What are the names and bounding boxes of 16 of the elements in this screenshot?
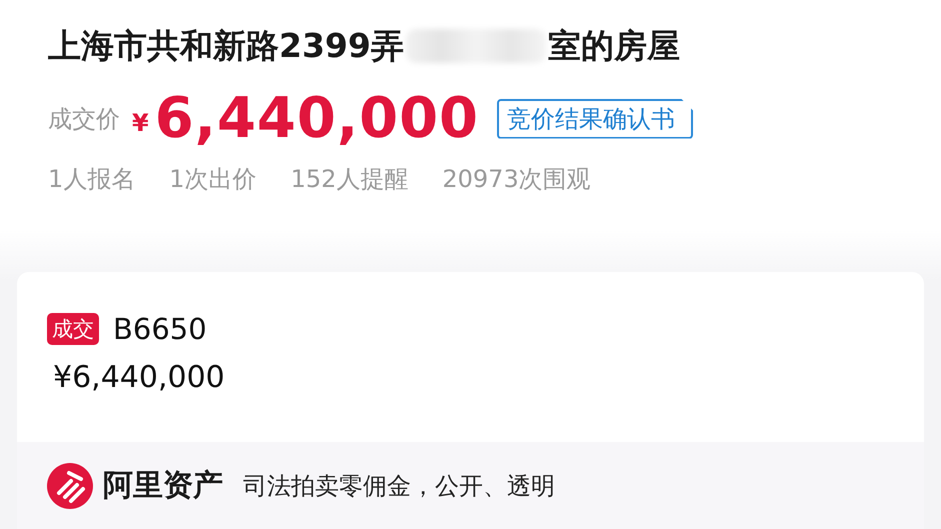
bid-amount: ¥6,440,000 bbox=[53, 360, 226, 395]
final-price: 6,440,000 bbox=[154, 86, 480, 151]
price-label: 成交价 bbox=[48, 104, 120, 134]
stat-text: 1人报名 bbox=[48, 164, 136, 195]
stat-text: 20973次围观 bbox=[442, 164, 591, 195]
currency-sign: ¥ bbox=[132, 108, 149, 136]
result-document-link[interactable]: 竞价结果确认书 bbox=[497, 98, 694, 138]
listing-title: 上海市共和新路2399弄 bbox=[48, 24, 404, 66]
bidder-code: B6650 bbox=[113, 312, 207, 346]
brand-name: 阿里资产 bbox=[103, 467, 223, 505]
deal-tag: 成交 bbox=[47, 313, 99, 345]
listing-title: 室的房屋 bbox=[548, 24, 680, 66]
slogan-text: 司法拍卖零佣金，公开、透明 bbox=[243, 470, 555, 502]
stat-text: 152人提醒 bbox=[290, 164, 408, 195]
stat-text: 1次出价 bbox=[169, 164, 257, 195]
logo-icon bbox=[47, 462, 93, 508]
